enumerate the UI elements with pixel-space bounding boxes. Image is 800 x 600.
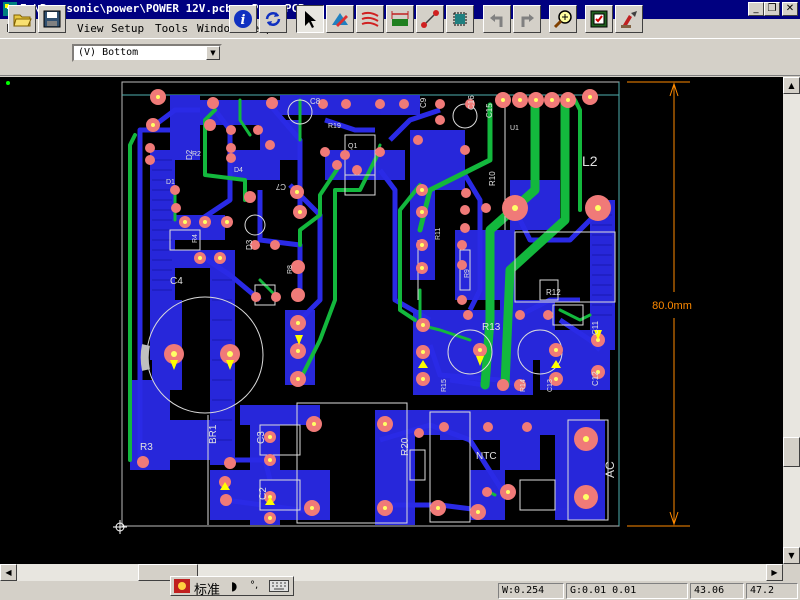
- layer-select[interactable]: (V) Bottom ▼: [72, 44, 222, 62]
- menu-tools[interactable]: Tools: [155, 22, 188, 35]
- scroll-corner: [783, 564, 800, 581]
- ecd-toolbar-icon: [421, 10, 439, 28]
- save-button[interactable]: [38, 5, 66, 33]
- ref-c8: C8: [310, 97, 321, 106]
- ref-r19: R19: [328, 123, 341, 130]
- verify-design-button[interactable]: [585, 5, 613, 33]
- dimension-label: 80.0mm: [652, 300, 692, 312]
- pour-manager-icon: [621, 11, 637, 28]
- ref-d3: D3: [245, 239, 254, 250]
- ref-c16: C16: [467, 95, 476, 110]
- restore-button[interactable]: ❐: [764, 2, 780, 16]
- drafting-toolbar-button[interactable]: [326, 5, 354, 33]
- ref-c13: C13: [547, 379, 554, 392]
- redo-button[interactable]: [513, 5, 541, 33]
- scroll-up-icon[interactable]: ▲: [783, 77, 800, 94]
- ref-r4: R4: [192, 234, 199, 243]
- status-grid: G:0.01 0.01: [566, 583, 688, 599]
- ref-c2: C2: [258, 487, 269, 500]
- ref-ac: AC: [603, 461, 617, 478]
- layer-select-value: (V) Bottom: [78, 47, 139, 58]
- ref-r13: R13: [482, 322, 501, 333]
- ref-c11: C11: [591, 320, 600, 335]
- scroll-right-icon[interactable]: ▶: [766, 564, 783, 581]
- select-arrow-icon: [305, 11, 316, 28]
- undo-icon: [490, 14, 503, 27]
- design-toolbar-button[interactable]: [356, 5, 384, 33]
- ref-d4: D4: [234, 167, 243, 174]
- bga-toolbar-button[interactable]: [446, 5, 474, 33]
- select-mode-button[interactable]: [296, 5, 324, 33]
- scroll-left-icon[interactable]: ◀: [0, 564, 17, 581]
- ref-c9: C9: [419, 97, 428, 108]
- ref-ntc: NTC: [476, 451, 497, 462]
- vertical-scrollbar[interactable]: ▲ ▼: [783, 77, 800, 564]
- zoom-button[interactable]: [549, 5, 577, 33]
- svg-text:i: i: [241, 13, 246, 28]
- ref-l2: L2: [582, 153, 598, 169]
- undo-button[interactable]: [483, 5, 511, 33]
- scroll-down-icon[interactable]: ▼: [783, 547, 800, 564]
- ecd-toolbar-button[interactable]: [416, 5, 444, 33]
- pour-manager-button[interactable]: [615, 5, 643, 33]
- dimensioning-toolbar-icon: [391, 11, 409, 26]
- ref-r11: R11: [435, 228, 442, 240]
- dimensioning-toolbar-button[interactable]: [386, 5, 414, 33]
- ref-r14: R14: [520, 379, 527, 392]
- horizontal-scrollbar[interactable]: ◀ ▶: [0, 564, 783, 581]
- ref-c3: C3: [256, 431, 267, 444]
- redraw-icon: [265, 12, 281, 26]
- menu-setup[interactable]: Setup: [111, 22, 144, 35]
- vertical-scroll-thumb[interactable]: [783, 437, 800, 467]
- ref-r15: R15: [441, 379, 448, 392]
- status-y-coordinate: 47.2: [746, 583, 798, 599]
- origin-marker: [113, 520, 127, 534]
- ref-c15: C15: [485, 103, 494, 118]
- ref-r20: R20: [400, 437, 411, 456]
- redraw-button[interactable]: [259, 5, 287, 33]
- drafting-toolbar-icon: [332, 13, 348, 27]
- ref-r2: R2: [192, 151, 201, 158]
- status-width: W:0.254: [498, 583, 564, 599]
- design-toolbar-icon: [361, 11, 379, 27]
- status-bar: W:0.254 G:0.01 0.01 43.06 47.2: [0, 581, 800, 600]
- zoom-icon: [553, 10, 572, 29]
- ref-r8: R8: [287, 265, 294, 274]
- menu-view[interactable]: View: [77, 22, 104, 35]
- pcb-canvas[interactable]: 80.0mm C4 R3 BR1 C3 C2 L2 NTC AC R20 R13…: [0, 77, 783, 564]
- redo-icon: [521, 14, 534, 27]
- chevron-down-icon[interactable]: ▼: [206, 46, 220, 60]
- verify-design-icon: [590, 10, 608, 28]
- ref-d1: D1: [166, 179, 175, 186]
- minimize-button[interactable]: _: [748, 2, 764, 16]
- ref-r12: R12: [546, 288, 561, 297]
- ref-c12: C12: [591, 371, 600, 386]
- query-button[interactable]: i: [229, 5, 257, 33]
- close-button[interactable]: ✕: [782, 2, 798, 16]
- ref-c4: C4: [170, 276, 183, 287]
- ref-c7: C7: [275, 182, 286, 191]
- save-icon: [43, 10, 61, 28]
- bga-toolbar-icon: [453, 12, 467, 26]
- ref-br1: BR1: [208, 424, 219, 444]
- pcb-layout: 80.0mm C4 R3 BR1 C3 C2 L2 NTC AC R20 R13…: [6, 81, 692, 534]
- ref-u1: U1: [510, 125, 519, 132]
- info-icon: i: [234, 10, 252, 28]
- ref-q1: Q1: [348, 143, 357, 150]
- status-x-coordinate: 43.06: [690, 583, 744, 599]
- ref-r3: R3: [140, 442, 153, 453]
- open-icon: [13, 14, 32, 27]
- open-button[interactable]: [8, 5, 36, 33]
- ref-r9: R9: [464, 269, 471, 278]
- ref-r10: R10: [488, 171, 497, 186]
